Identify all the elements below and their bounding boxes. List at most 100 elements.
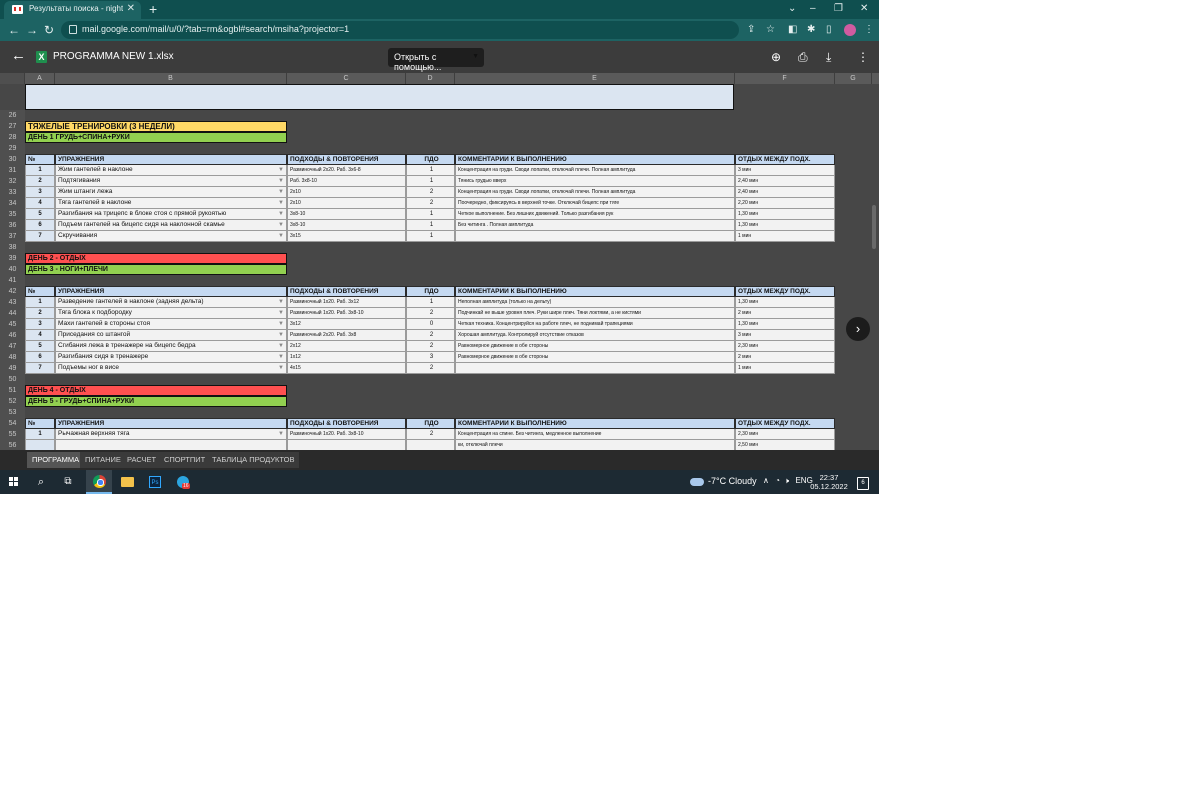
exercise-number-cell[interactable]: 5 [25,209,55,220]
sets-reps-cell[interactable]: 3х8-10 [287,220,406,231]
row-number[interactable]: 40 [0,264,25,275]
exercise-number-cell[interactable]: 6 [25,220,55,231]
pdo-cell[interactable]: 1 [406,220,455,231]
close-window-button[interactable]: ✕ [860,2,868,16]
address-bar[interactable]: mail.google.com/mail/u/0/?tab=rm&ogbl#se… [61,21,739,39]
sheet-tab-pitanie[interactable]: ПИТАНИЕ [80,452,126,468]
photoshop-icon[interactable]: Ps [142,470,168,494]
pdo-cell[interactable]: 3 [406,352,455,363]
sets-reps-cell[interactable]: Разминочный 1х20. Раб. 3х12 [287,297,406,308]
header-exercises-cell[interactable]: УПРАЖНЕНИЯ [55,154,287,165]
windows-start-icon[interactable] [0,470,26,494]
open-with-button[interactable]: Открыть с помощью... ▼ [388,48,484,72]
dropdown-arrow-icon[interactable]: ▼ [278,187,284,197]
row-number[interactable]: 34 [0,198,25,209]
row-number[interactable]: 37 [0,231,25,242]
profile-avatar[interactable] [844,24,856,36]
exercise-name-cell[interactable]: Подъемы ног в висе [55,363,287,374]
browser-tab[interactable]: Результаты поиска - nightcrawl ✕ [4,1,141,19]
sidebar-icon[interactable]: ▯ [826,22,832,38]
exercise-number-cell[interactable]: 3 [25,187,55,198]
comment-cell[interactable]: Неполная амплитуда (только на дельту) [455,297,735,308]
column-header-e[interactable]: E [455,73,735,84]
dropdown-arrow-icon[interactable]: ▼ [278,363,284,373]
exercise-number-cell[interactable]: 6 [25,352,55,363]
row-number[interactable]: 53 [0,407,25,418]
dropdown-arrow-icon[interactable]: ▼ [278,209,284,219]
wifi-icon[interactable]: ◔ [775,476,780,485]
pdo-cell[interactable]: 2 [406,429,455,440]
sheet-tab-raschet[interactable]: РАСЧЕТ [122,452,162,468]
sets-reps-cell[interactable]: Разминочный 1х20. Раб. 3х8-10 [287,308,406,319]
exercise-name-cell[interactable]: Разгибания сидя в тренажере [55,352,287,363]
bookmark-star-icon[interactable]: ☆ [766,22,775,38]
dropdown-arrow-icon[interactable]: ▼ [278,297,284,307]
rest-time-cell[interactable]: 3 мин [735,330,835,341]
minimize-button[interactable]: ‒ [810,2,816,16]
row-number[interactable]: 41 [0,275,25,286]
exercise-number-cell[interactable]: 5 [25,341,55,352]
header-comments-cell[interactable]: КОММЕНТАРИИ К ВЫПОЛНЕНИЮ [455,418,735,429]
rest-time-cell[interactable]: 1,30 мин [735,209,835,220]
section-title-cell[interactable]: ДЕНЬ 4 - ОТДЫХ [25,385,287,396]
column-header-f[interactable]: F [735,73,835,84]
print-icon[interactable]: ⎙ [798,49,808,65]
header-rest-cell[interactable]: ОТДЫХ МЕЖДУ ПОДХ. [735,418,835,429]
header-num-cell[interactable]: № [25,154,55,165]
weather-widget[interactable]: -7°C Cloudy [708,476,757,486]
column-header-d[interactable]: D [406,73,455,84]
header-exercises-cell[interactable]: УПРАЖНЕНИЯ [55,286,287,297]
sets-reps-cell[interactable]: 4х15 [287,363,406,374]
header-pdo-cell[interactable]: ПДО [406,154,455,165]
row-number[interactable]: 38 [0,242,25,253]
exercise-name-cell[interactable] [55,440,287,450]
share-icon[interactable]: ⇪ [747,22,755,38]
exercise-number-cell[interactable]: 7 [25,363,55,374]
comment-cell[interactable] [455,363,735,374]
close-viewer-back-icon[interactable]: ← [11,48,26,64]
new-tab-button[interactable]: + [149,1,157,17]
row-number[interactable]: 33 [0,187,25,198]
rest-time-cell[interactable]: 2 мин [735,308,835,319]
puzzle-extensions-icon[interactable]: ✱ [807,22,815,38]
row-number[interactable]: 43 [0,297,25,308]
sets-reps-cell[interactable]: 2х10 [287,198,406,209]
sheet-tab-products[interactable]: ТАБЛИЦА ПРОДУКТОВ [207,452,300,468]
reload-icon[interactable]: ↻ [44,22,54,38]
dropdown-arrow-icon[interactable]: ▼ [278,231,284,241]
comment-cell[interactable]: Хорошая амплитуда. Контролируй отсутстви… [455,330,735,341]
exercise-name-cell[interactable]: Жим штанги лежа [55,187,287,198]
rest-time-cell[interactable]: 1 мин [735,231,835,242]
sets-reps-cell[interactable]: Раб. 3х8-10 [287,176,406,187]
chrome-menu-icon[interactable]: ⋮ [864,22,874,38]
dropdown-arrow-icon[interactable]: ▼ [278,176,284,186]
dropdown-arrow-icon[interactable]: ▼ [278,165,284,175]
header-sets-cell[interactable]: ПОДХОДЫ & ПОВТОРЕНИЯ [287,286,406,297]
pdo-cell[interactable]: 2 [406,198,455,209]
section-title-cell[interactable]: ДЕНЬ 5 - ГРУДЬ+СПИНА+РУКИ [25,396,287,407]
sets-reps-cell[interactable]: Разминочный 1х20. Раб. 3х8-10 [287,429,406,440]
volume-icon[interactable]: 🕨 [784,476,789,485]
sets-reps-cell[interactable]: 3х12 [287,319,406,330]
header-pdo-cell[interactable]: ПДО [406,286,455,297]
header-comments-cell[interactable]: КОММЕНТАРИИ К ВЫПОЛНЕНИЮ [455,286,735,297]
dropdown-arrow-icon[interactable]: ▼ [278,429,284,439]
row-number[interactable]: 45 [0,319,25,330]
section-title-cell[interactable]: ДЕНЬ 2 - ОТДЫХ [25,253,287,264]
comment-cell[interactable]: ки, отключай плечи [455,440,735,450]
pdo-cell[interactable]: 1 [406,231,455,242]
section-title-cell[interactable]: ДЕНЬ 1 ГРУДЬ+СПИНА+РУКИ [25,132,287,143]
section-title-cell[interactable]: ДЕНЬ 3 - НОГИ+ПЛЕЧИ [25,264,287,275]
rest-time-cell[interactable]: 1,30 мин [735,297,835,308]
pdo-cell[interactable]: 2 [406,330,455,341]
row-number[interactable]: 29 [0,143,25,154]
dropdown-arrow-icon[interactable]: ▼ [278,352,284,362]
header-pdo-cell[interactable]: ПДО [406,418,455,429]
sheet-tab-programma[interactable]: ПРОГРАММА [27,452,85,468]
pdo-cell[interactable]: 2 [406,363,455,374]
rest-time-cell[interactable]: 2,50 мин [735,440,835,450]
dropdown-arrow-icon[interactable]: ▼ [278,308,284,318]
exercise-name-cell[interactable]: Рычажная верхняя тяга [55,429,287,440]
download-icon[interactable]: ⤓ [826,49,831,65]
rest-time-cell[interactable]: 2,30 мин [735,429,835,440]
